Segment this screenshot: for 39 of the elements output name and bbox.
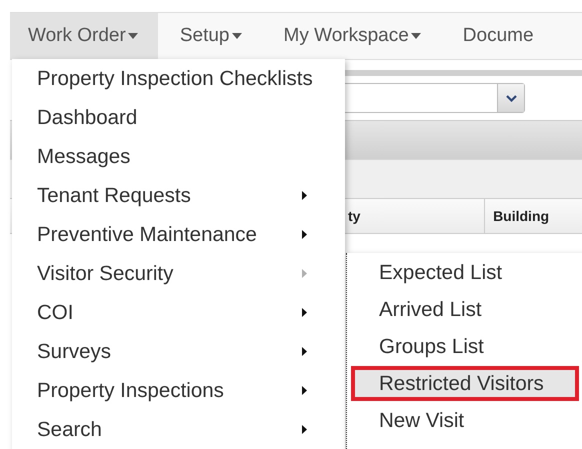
menu-item[interactable]: Search bbox=[12, 410, 345, 449]
menu-item-label: COI bbox=[37, 300, 74, 324]
menu-item-label: Property Inspections bbox=[37, 378, 224, 402]
arrow-icon bbox=[302, 191, 307, 200]
menu-item[interactable]: COI bbox=[12, 293, 345, 332]
menu-item-label: Preventive Maintenance bbox=[37, 222, 257, 246]
nav-tab[interactable]: My Workspace bbox=[262, 13, 441, 59]
submenu-item[interactable]: Restricted Visitors bbox=[351, 366, 579, 401]
caret-icon bbox=[128, 33, 138, 39]
nav-tab[interactable]: Work Order bbox=[10, 13, 158, 59]
menu-item-label: Messages bbox=[37, 144, 130, 168]
menu-item-label: Surveys bbox=[37, 340, 112, 364]
caret-icon bbox=[410, 33, 421, 39]
arrow-icon bbox=[302, 347, 307, 356]
menu-item-label: Dashboard bbox=[37, 106, 138, 130]
menu-item[interactable]: Property Inspection Checklists bbox=[12, 59, 345, 98]
arrow-icon bbox=[302, 269, 307, 278]
menu-item[interactable]: Messages bbox=[12, 137, 345, 176]
menu-item[interactable]: Property Inspections bbox=[12, 371, 345, 410]
menu-item-label: Search bbox=[37, 418, 102, 442]
menu-item-label: Tenant Requests bbox=[37, 184, 191, 208]
submenu-item[interactable]: Groups List bbox=[351, 329, 579, 364]
column-header[interactable]: Building bbox=[485, 199, 582, 233]
chevron-icon bbox=[506, 94, 516, 102]
arrow-icon bbox=[302, 308, 307, 317]
menu-item[interactable]: Surveys bbox=[12, 332, 345, 371]
nav-tab[interactable]: Docume bbox=[440, 13, 554, 59]
menu-item[interactable]: Dashboard bbox=[12, 98, 345, 137]
arrow-icon bbox=[302, 425, 307, 434]
menu-item-label: Visitor Security bbox=[37, 262, 174, 286]
menu-item-label: Property Inspection Checklists bbox=[37, 66, 313, 90]
arrow-icon bbox=[302, 230, 307, 239]
caret-icon bbox=[232, 33, 242, 39]
arrow-icon bbox=[302, 386, 307, 395]
menu-item[interactable]: Visitor Security bbox=[12, 254, 345, 293]
nav-tab[interactable]: Setup bbox=[158, 13, 262, 59]
submenu-item[interactable]: New Visit bbox=[351, 403, 579, 438]
submenu-item[interactable]: Expected List bbox=[351, 255, 579, 290]
submenu-item[interactable]: Arrived List bbox=[351, 292, 579, 327]
